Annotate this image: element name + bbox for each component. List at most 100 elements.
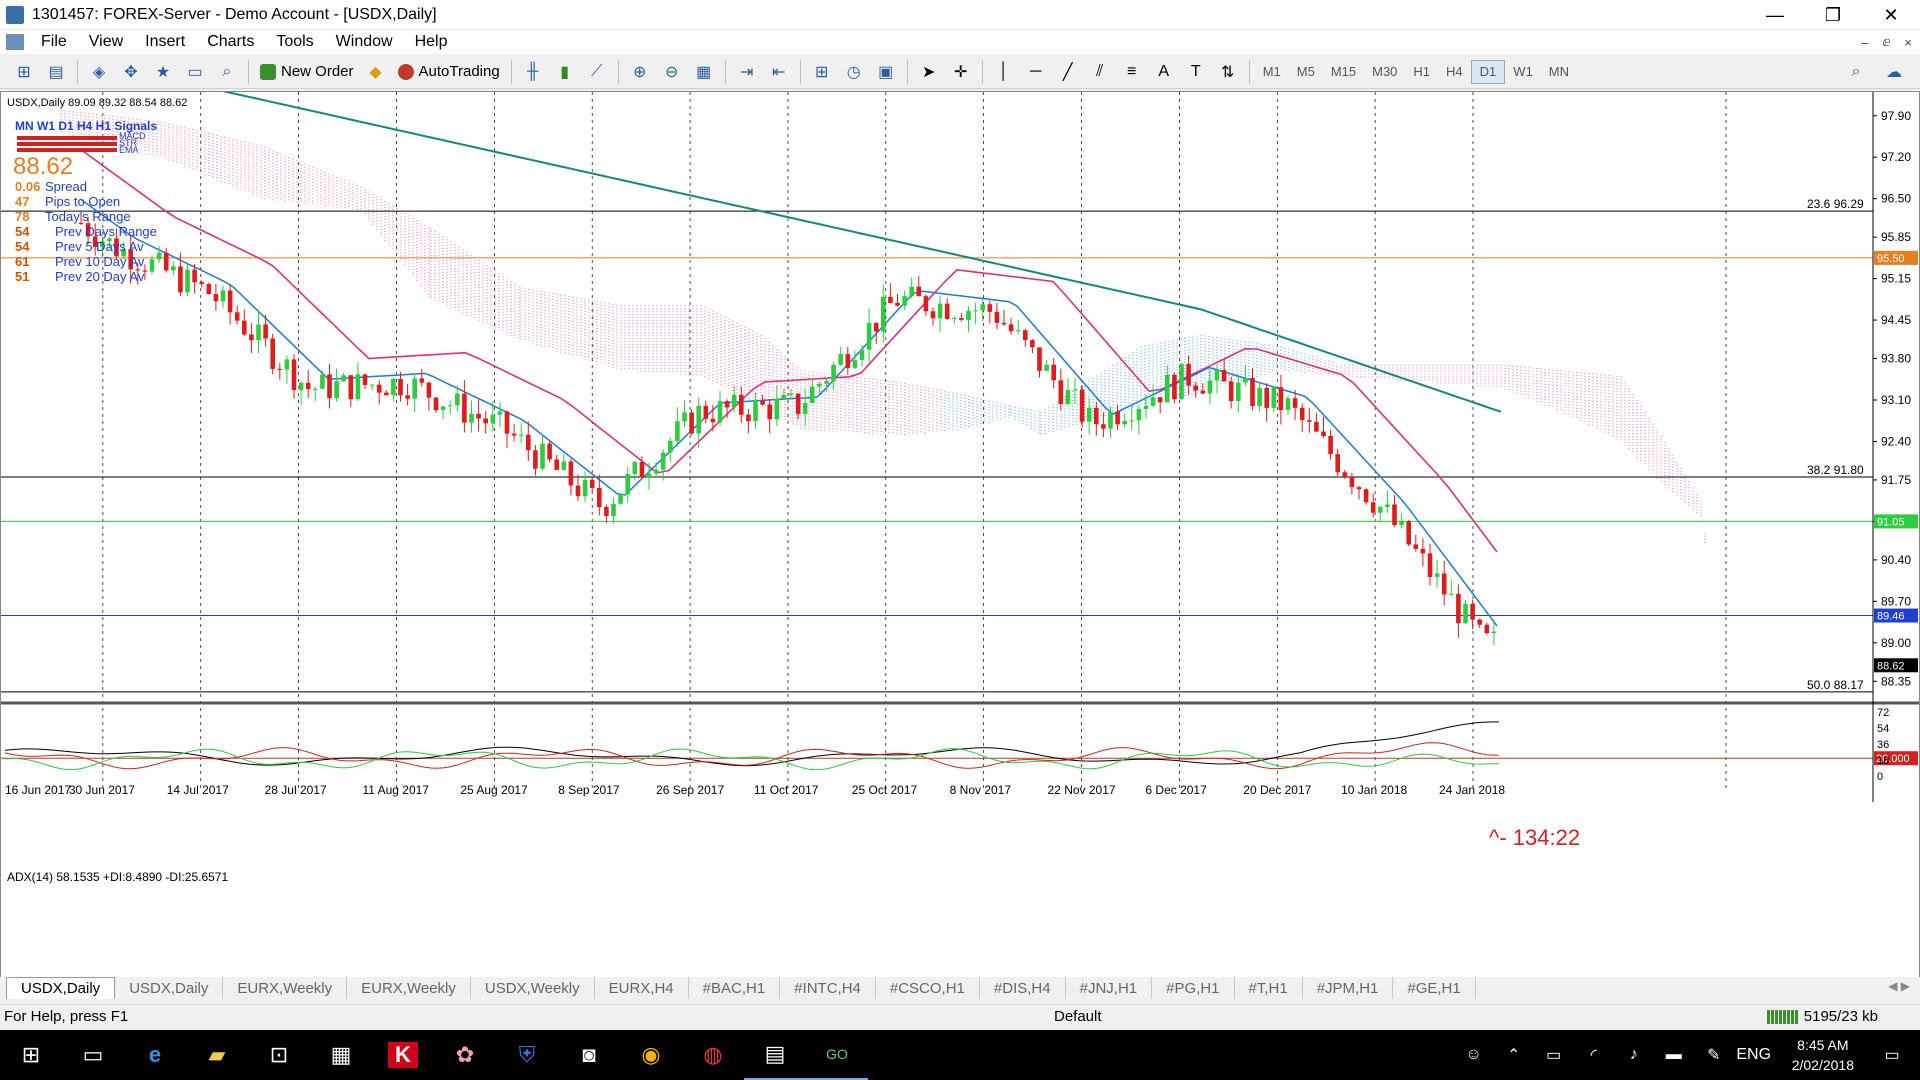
chrome-icon[interactable]: ◉ (620, 1030, 682, 1080)
chart-tab[interactable]: EURX,H4 (595, 977, 689, 999)
indicators-icon[interactable]: ⊞ (809, 59, 835, 85)
notifications-icon[interactable]: ▭ (1872, 1045, 1912, 1065)
price-chart[interactable]: 23.6 96.2938.2 91.8050.0 88.17 20.000725… (1, 85, 1919, 979)
candle-body (1271, 387, 1277, 408)
candle-body (398, 378, 403, 396)
chart-tab[interactable]: USDX,Daily (115, 977, 224, 999)
store-icon[interactable]: ⊡ (248, 1030, 310, 1080)
search-icon[interactable]: ⌕ (1843, 59, 1869, 85)
go-app-icon[interactable]: GO (806, 1030, 868, 1080)
restore-button[interactable]: ❐ (1804, 0, 1862, 30)
auto-scroll-icon[interactable]: ⇥ (734, 59, 760, 85)
k-app-icon[interactable]: K (372, 1030, 434, 1080)
templates-icon[interactable]: ▣ (873, 59, 899, 85)
clock[interactable]: 8:45 AM 2/02/2018 (1792, 1035, 1854, 1075)
chart-tab[interactable]: #PG,H1 (1152, 977, 1235, 999)
timeframe-h4[interactable]: H4 (1438, 60, 1471, 84)
mdi-restore-button[interactable]: ⅇ (1882, 34, 1890, 50)
chart-tab[interactable]: USDX,Daily (6, 977, 116, 999)
profiles-icon[interactable]: ▤ (43, 59, 69, 85)
mdi-minimize-button[interactable]: – (1861, 35, 1868, 50)
minimize-button[interactable]: — (1746, 0, 1804, 30)
cursor-icon[interactable]: ➤ (916, 59, 942, 85)
metatrader-icon[interactable]: ▤ (744, 1030, 806, 1080)
timeframe-m30[interactable]: M30 (1364, 60, 1405, 84)
text-icon[interactable]: A (1151, 59, 1177, 85)
chat-icon[interactable]: ☁ (1881, 59, 1907, 85)
equidistant-channel-icon[interactable]: ⫽ (1087, 59, 1113, 85)
chart-tab[interactable]: EURX,Weekly (347, 977, 471, 999)
start-windows-icon[interactable]: ⊞ (0, 1030, 62, 1080)
navigator-icon[interactable]: ★ (150, 59, 176, 85)
fibonacci-icon[interactable]: ≡ (1119, 59, 1145, 85)
menu-help[interactable]: Help (404, 33, 459, 51)
chart-tab[interactable]: #JPM,H1 (1303, 977, 1394, 999)
timeframe-m15[interactable]: M15 (1323, 60, 1364, 84)
data-window-icon[interactable]: ✥ (118, 59, 144, 85)
timeframe-h1[interactable]: H1 (1405, 60, 1438, 84)
close-button[interactable]: ✕ (1862, 0, 1920, 30)
line-chart-icon[interactable]: ⟋ (584, 59, 610, 85)
zoom-out-icon[interactable]: ⊖ (659, 59, 685, 85)
tab-scroll-arrows[interactable]: ◀ ▶ (1888, 979, 1910, 993)
chart-tab[interactable]: #BAC,H1 (689, 977, 781, 999)
task-view-icon[interactable]: ▭ (62, 1030, 124, 1080)
chart-window[interactable]: 23.6 96.29 38.2 91.80 50.0 88.17 20.000 72 5… (0, 85, 1920, 980)
battery-tray-icon[interactable]: ▭ (1534, 1045, 1574, 1065)
timeframe-mn[interactable]: MN (1541, 60, 1577, 84)
crosshair-icon[interactable]: ✛ (948, 59, 974, 85)
menu-window[interactable]: Window (325, 33, 404, 51)
chart-tab[interactable]: #INTC,H4 (780, 977, 876, 999)
arrows-icon[interactable]: ⇅ (1215, 59, 1241, 85)
paint-app-icon[interactable]: ✿ (434, 1030, 496, 1080)
people-icon[interactable]: ☺ (1454, 1046, 1494, 1064)
battery-icon[interactable]: ▬ (1654, 1046, 1694, 1064)
text-label-icon[interactable]: T (1183, 59, 1209, 85)
pen-icon[interactable]: ✎ (1694, 1045, 1734, 1065)
menu-tools[interactable]: Tools (265, 33, 324, 51)
edge-browser-icon[interactable]: e (124, 1030, 186, 1080)
mdi-close-button[interactable]: × (1904, 35, 1912, 50)
horizontal-line-icon[interactable]: ─ (1023, 59, 1049, 85)
calculator-icon[interactable]: ▦ (310, 1030, 372, 1080)
language-indicator[interactable]: ENG (1734, 1046, 1774, 1064)
zoom-in-icon[interactable]: ⊕ (627, 59, 653, 85)
chart-window-icon[interactable] (6, 34, 24, 50)
new-order-button[interactable]: New Order (254, 59, 360, 85)
bar-chart-icon[interactable]: ╫ (520, 59, 546, 85)
volume-icon[interactable]: ♪ (1614, 1046, 1654, 1064)
menu-insert[interactable]: Insert (134, 33, 196, 51)
timeframe-d1[interactable]: D1 (1470, 59, 1506, 84)
chart-tab[interactable]: #GE,H1 (1393, 977, 1476, 999)
chart-tab[interactable]: #JNJ,H1 (1066, 977, 1153, 999)
menu-view[interactable]: View (78, 33, 134, 51)
metaeditor-icon[interactable]: ◆ (363, 59, 389, 85)
camera-app-icon[interactable]: ◙ (558, 1030, 620, 1080)
chart-tab[interactable]: #CSCO,H1 (876, 977, 980, 999)
timeframe-m5[interactable]: M5 (1289, 60, 1323, 84)
menu-charts[interactable]: Charts (196, 33, 265, 51)
chart-tab[interactable]: #T,H1 (1235, 977, 1303, 999)
tile-windows-icon[interactable]: ▦ (691, 59, 717, 85)
file-explorer-icon[interactable]: ▰ (186, 1030, 248, 1080)
vertical-line-icon[interactable]: │ (991, 59, 1017, 85)
trading-app-icon[interactable]: ◍ (682, 1030, 744, 1080)
chart-tab[interactable]: USDX,Weekly (471, 977, 595, 999)
chart-shift-icon[interactable]: ⇤ (766, 59, 792, 85)
security-shield-icon[interactable]: ⛨ (496, 1030, 558, 1080)
periods-icon[interactable]: ◷ (841, 59, 867, 85)
trendline-icon[interactable]: ╱ (1055, 59, 1081, 85)
new-chart-icon[interactable]: ⊞ (11, 59, 37, 85)
timeframe-w1[interactable]: W1 (1505, 60, 1541, 84)
chart-tab[interactable]: EURX,Weekly (223, 977, 348, 999)
timeframe-m1[interactable]: M1 (1255, 60, 1289, 84)
autotrading-button[interactable]: AutoTrading (392, 59, 506, 85)
candlestick-icon[interactable]: ▮ (552, 59, 578, 85)
terminal-icon[interactable]: ▭ (182, 59, 208, 85)
chart-tab[interactable]: #DIS,H4 (980, 977, 1066, 999)
market-watch-icon[interactable]: ◈ (86, 59, 112, 85)
menu-file[interactable]: File (30, 33, 78, 51)
strategy-tester-icon[interactable]: ⌕ (214, 59, 240, 85)
wifi-icon[interactable]: ◜ (1574, 1045, 1614, 1065)
show-hidden-icons-icon[interactable]: ⌃ (1494, 1045, 1534, 1065)
